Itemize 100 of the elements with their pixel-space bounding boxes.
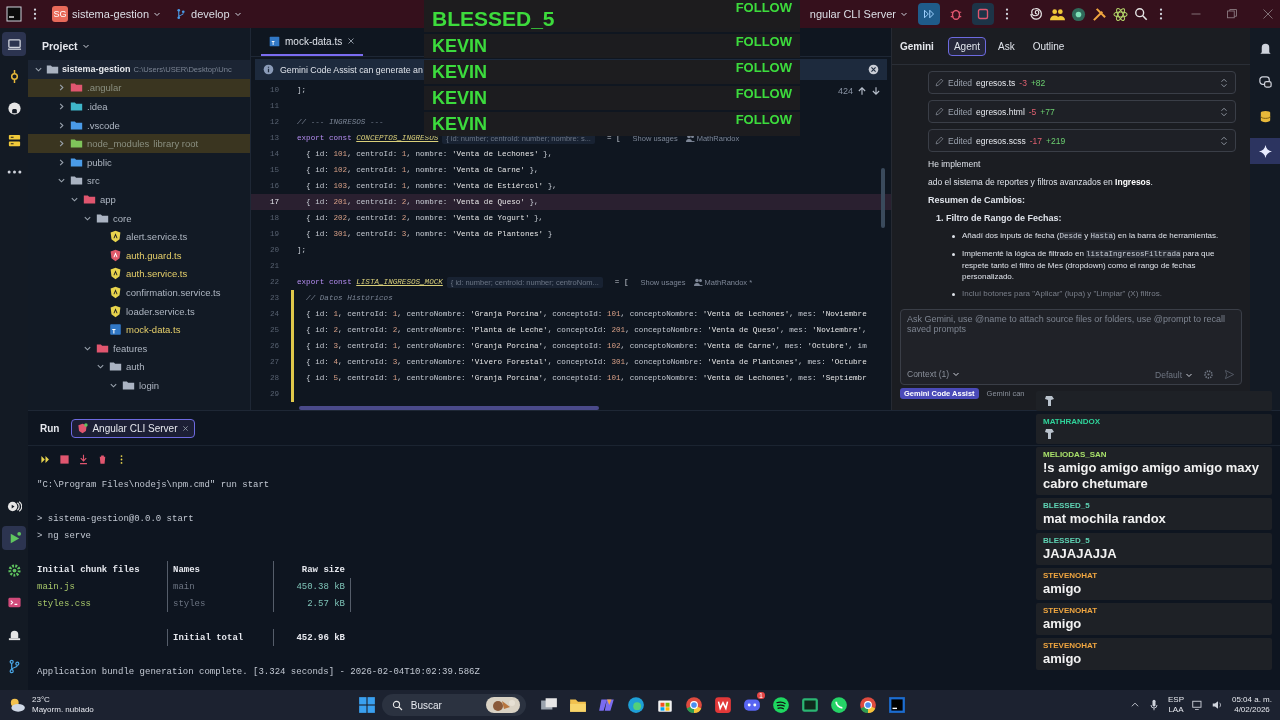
clock-time[interactable]: 05:04 a. m. bbox=[1231, 695, 1272, 705]
caret-icon bbox=[81, 42, 90, 50]
follow-label: FOLLOW bbox=[735, 0, 792, 17]
chat-icon bbox=[1257, 74, 1273, 90]
folder-name[interactable]: features bbox=[113, 342, 148, 354]
structure-icon bbox=[6, 132, 22, 148]
weather-text[interactable]: Mayorm. nublado bbox=[32, 705, 94, 715]
input-language[interactable]: ESP bbox=[1167, 695, 1184, 705]
keyboard-layout[interactable]: LAA bbox=[1168, 705, 1184, 715]
phone-bubble-app-button[interactable] bbox=[829, 696, 848, 714]
stop-button[interactable] bbox=[972, 3, 994, 25]
follower-name: KEVIN bbox=[432, 61, 487, 84]
caret-icon bbox=[233, 10, 242, 18]
editor-tab[interactable]: mock-data.ts bbox=[261, 28, 364, 57]
search-field[interactable]: Buscar bbox=[381, 694, 526, 716]
file-name[interactable]: auth.guard.ts bbox=[126, 249, 182, 261]
edit-card[interactable]: Edited egresos.html -5 +77 bbox=[928, 100, 1236, 123]
network-icon[interactable] bbox=[1191, 699, 1204, 711]
run-button[interactable] bbox=[918, 3, 940, 25]
terminal-app-app-button[interactable] bbox=[800, 696, 819, 714]
edit-card[interactable]: Edited egresos.scss -17 +219 bbox=[928, 129, 1236, 152]
file-name[interactable]: confirmation.service.ts bbox=[126, 286, 221, 298]
atom-icon[interactable] bbox=[1113, 6, 1128, 22]
settings-icon[interactable] bbox=[1203, 369, 1214, 380]
up-arrow-icon[interactable] bbox=[857, 86, 867, 96]
start-icon[interactable] bbox=[357, 696, 376, 714]
temperature[interactable]: 23°C bbox=[32, 695, 94, 705]
app-logo-icon[interactable] bbox=[6, 6, 22, 22]
people-icon[interactable] bbox=[1050, 6, 1065, 22]
browser-app-button[interactable] bbox=[858, 696, 877, 714]
close-icon[interactable] bbox=[181, 424, 189, 432]
scrollbar[interactable] bbox=[299, 406, 599, 410]
swirl-app-button[interactable] bbox=[626, 696, 645, 714]
folder-name[interactable]: app bbox=[100, 193, 116, 205]
folder-app-button[interactable] bbox=[568, 696, 587, 714]
close-icon[interactable] bbox=[347, 37, 356, 46]
context-dropdown[interactable]: Context (1) bbox=[907, 369, 961, 379]
file-name[interactable]: alert.service.ts bbox=[126, 231, 188, 243]
folder-name[interactable]: .angular bbox=[87, 82, 122, 94]
spiral-icon[interactable] bbox=[1030, 7, 1044, 21]
restore-icon[interactable] bbox=[1226, 8, 1238, 20]
music-app-app-button[interactable] bbox=[771, 696, 790, 714]
panel-title[interactable]: Project bbox=[42, 40, 78, 52]
scrollbar[interactable] bbox=[881, 168, 885, 228]
inspection-count[interactable]: 424 bbox=[837, 86, 853, 96]
project-selector[interactable]: SG sistema-gestion bbox=[48, 4, 166, 24]
clock-date[interactable]: 4/02/2026 bbox=[1234, 705, 1270, 715]
expand-icon[interactable] bbox=[1219, 135, 1229, 146]
chevron-up-icon[interactable] bbox=[1129, 700, 1140, 710]
trash-icon[interactable] bbox=[97, 453, 108, 465]
run-tab[interactable]: Angular CLI Server bbox=[71, 418, 195, 438]
expand-icon[interactable] bbox=[1219, 77, 1229, 88]
monitor-tool-button[interactable] bbox=[2, 32, 26, 56]
terminal-line: "C:\Program Files\nodejs\npm.cmd" run start bbox=[37, 478, 270, 492]
run-config-selector[interactable]: ngular CLI Server bbox=[805, 6, 912, 22]
panel-tab[interactable]: Agent bbox=[947, 36, 987, 56]
record-icon[interactable] bbox=[1071, 6, 1086, 22]
folder-name[interactable]: login bbox=[139, 379, 160, 391]
tools-icon[interactable] bbox=[1092, 6, 1107, 22]
folder-name[interactable]: public bbox=[87, 156, 112, 168]
run-tool-button[interactable] bbox=[2, 526, 26, 550]
panel-tab[interactable]: Ask bbox=[992, 36, 1021, 56]
folder-note: library root bbox=[153, 138, 199, 150]
services-icon bbox=[6, 498, 22, 514]
folder-name[interactable]: node_modules bbox=[87, 138, 150, 150]
prompt-field[interactable]: Ask Gemini, use @name to attach source files or folders, use @prompt to recall saved prompts Context (1) Default bbox=[900, 309, 1242, 385]
ribbon-app-button[interactable] bbox=[597, 696, 616, 714]
table-cell: 2.57 kB bbox=[273, 595, 351, 612]
rerun-icon[interactable] bbox=[40, 453, 51, 465]
sparkle-tool-button[interactable] bbox=[1250, 138, 1280, 164]
file-name[interactable]: mock-data.ts bbox=[126, 324, 181, 336]
folder-name[interactable]: core bbox=[113, 212, 132, 224]
down-arrow-icon[interactable] bbox=[871, 86, 881, 96]
volume-icon[interactable] bbox=[1211, 699, 1224, 711]
expand-icon[interactable] bbox=[1219, 106, 1229, 117]
folder-name[interactable]: sistema-gestion bbox=[62, 64, 131, 75]
chat-text: JAJAJAJJA bbox=[1043, 546, 1117, 562]
search-icon[interactable] bbox=[1134, 7, 1148, 21]
close-icon[interactable] bbox=[868, 64, 879, 76]
file-name[interactable]: auth.service.ts bbox=[126, 268, 188, 280]
stop-icon[interactable] bbox=[59, 453, 70, 465]
run-icon bbox=[923, 8, 935, 20]
panel-tab[interactable]: Outline bbox=[1026, 36, 1071, 56]
edit-card[interactable]: Edited egresos.ts -3 +82 bbox=[928, 71, 1236, 94]
notice-text: Gemini Code Assist can generate an bbox=[280, 64, 423, 75]
folder-name[interactable]: .vscode bbox=[87, 119, 120, 131]
model-dropdown[interactable]: Default bbox=[1155, 369, 1193, 380]
folder-name[interactable]: auth bbox=[126, 361, 145, 373]
folder-icon bbox=[70, 155, 83, 169]
table-cell: styles bbox=[167, 595, 273, 612]
folder-name[interactable]: src bbox=[87, 175, 100, 187]
branch-selector[interactable]: develop bbox=[171, 6, 246, 22]
follow-label: FOLLOW bbox=[735, 34, 792, 50]
folder-name[interactable]: .idea bbox=[87, 101, 108, 112]
scroll-down-icon[interactable] bbox=[78, 453, 89, 465]
mic-icon[interactable] bbox=[1147, 699, 1160, 711]
angular-file-icon bbox=[109, 285, 122, 299]
message-heading: Resumen de Cambios: bbox=[928, 194, 1027, 206]
browser-app-button[interactable] bbox=[684, 696, 703, 714]
file-name[interactable]: loader.service.ts bbox=[126, 305, 195, 317]
